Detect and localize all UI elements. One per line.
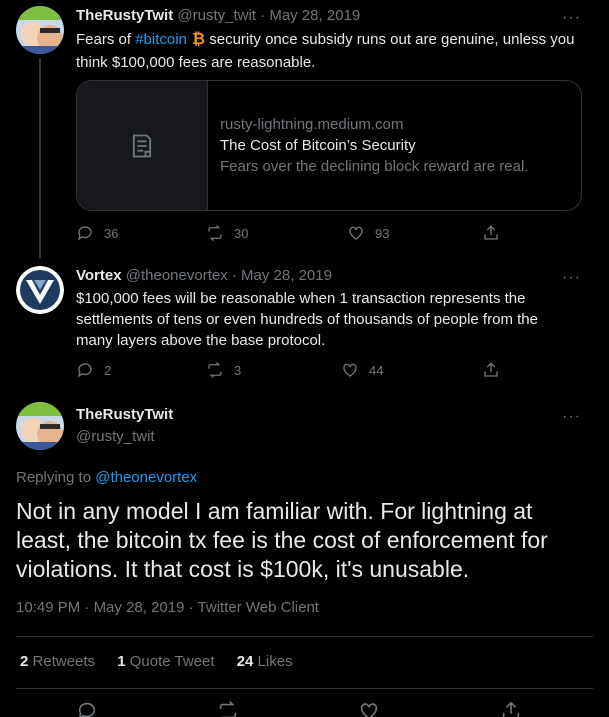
tweet-header: Vortex @theonevortex · May 28, 2019 [76, 267, 332, 284]
likes-count: 24 [236, 653, 254, 670]
avatar[interactable] [16, 6, 64, 54]
likes-label: Likes [257, 653, 293, 670]
retweets-label: Retweets [32, 653, 96, 670]
card-title: The Cost of Bitcoin’s Security [220, 137, 416, 154]
card-description: Fears over the declining block reward ar… [220, 158, 529, 175]
tweet-rustytwit-1[interactable]: TheRustyTwit @rusty_twit · May 28, 2019 … [0, 0, 609, 262]
avatar-image [16, 402, 64, 450]
svg-text:₿: ₿ [192, 30, 205, 46]
reply-count: 36 [104, 225, 119, 241]
retweet-icon[interactable] [217, 700, 239, 717]
handle[interactable]: @theonevortex [126, 267, 228, 284]
quotes-stat[interactable]: 1 Quote Tweet [117, 653, 214, 670]
reply-icon [77, 363, 92, 378]
retweets-count: 2 [20, 653, 29, 670]
thread-line [39, 58, 41, 258]
card-domain: rusty-lightning.medium.com [220, 116, 404, 133]
display-name[interactable]: TheRustyTwit [76, 7, 173, 24]
author-handle[interactable]: @rusty_twit [76, 428, 155, 445]
tweet-vortex[interactable]: Vortex @theonevortex · May 28, 2019 ··· … [0, 262, 609, 390]
card-thumbnail [77, 81, 208, 210]
tweet-meta: 10:49 PM · May 28, 2019 · Twitter Web Cl… [16, 599, 319, 616]
like-button[interactable]: 44 [341, 361, 383, 379]
retweet-button[interactable]: 3 [206, 361, 241, 379]
reply-icon[interactable] [76, 700, 98, 717]
share-icon[interactable] [500, 700, 522, 717]
share-icon [484, 362, 498, 377]
vortex-logo-icon [16, 266, 64, 314]
retweet-button[interactable]: 30 [206, 224, 248, 242]
tweet-date[interactable]: May 28, 2019 [269, 7, 360, 24]
heart-icon [343, 363, 357, 377]
replying-to-handle[interactable]: @theonevortex [95, 469, 197, 486]
avatar[interactable] [16, 402, 64, 450]
quotes-label: Quote Tweet [129, 653, 215, 670]
more-options-icon[interactable]: ··· [562, 409, 581, 425]
share-button[interactable] [482, 224, 500, 242]
reply-count: 2 [104, 362, 112, 378]
tweet-text-pre: Fears of [76, 31, 136, 48]
tweet-date[interactable]: May 28, 2019 [94, 599, 185, 616]
retweets-stat[interactable]: 2 Retweets [20, 653, 95, 670]
tweet-text: $100,000 fees will be reasonable when 1 … [76, 290, 538, 349]
replying-to: Replying to @theonevortex [16, 469, 197, 486]
replying-to-label: Replying to [16, 469, 92, 486]
reply-button[interactable]: 2 [76, 361, 111, 379]
tweet-text: Fears of #bitcoin ₿ security once subsid… [76, 29, 586, 73]
tweet-header: TheRustyTwit @rusty_twit · May 28, 2019 [76, 7, 360, 24]
share-icon [484, 225, 498, 240]
tweet-date[interactable]: May 28, 2019 [241, 267, 332, 284]
tweet-time[interactable]: 10:49 PM [16, 599, 80, 616]
dot-separator: · [260, 7, 266, 24]
document-icon [132, 134, 152, 157]
tweet-client[interactable]: Twitter Web Client [198, 599, 319, 616]
handle[interactable]: @rusty_twit [177, 7, 256, 24]
like-button[interactable]: 93 [347, 224, 389, 242]
tweet-actions: 2 3 44 [76, 361, 506, 381]
like-count: 44 [369, 362, 384, 378]
dot-separator: · [231, 267, 237, 284]
share-button[interactable] [482, 361, 500, 379]
avatar[interactable] [16, 266, 64, 314]
tweet-actions: 36 30 93 [76, 224, 506, 244]
more-options-icon[interactable]: ··· [562, 270, 581, 286]
retweet-count: 30 [234, 225, 249, 241]
divider [16, 636, 593, 637]
likes-stat[interactable]: 24 Likes [237, 653, 293, 670]
retweet-icon [208, 362, 222, 378]
like-count: 93 [375, 225, 390, 241]
author-name[interactable]: TheRustyTwit [76, 406, 173, 423]
more-options-icon[interactable]: ··· [562, 10, 581, 26]
reply-button[interactable]: 36 [76, 224, 118, 242]
retweet-icon [208, 225, 222, 241]
engagement-stats: 2 Retweets 1 Quote Tweet 24 Likes [20, 653, 311, 670]
avatar-image [16, 6, 64, 54]
heart-icon [349, 226, 363, 240]
card-body: rusty-lightning.medium.com The Cost of B… [208, 81, 540, 210]
quotes-count: 1 [117, 653, 126, 670]
dot-separator: · [84, 599, 90, 616]
main-tweet-actions [0, 700, 609, 717]
main-tweet-text: Not in any model I am familiar with. For… [16, 498, 548, 582]
link-card[interactable]: rusty-lightning.medium.com The Cost of B… [76, 80, 582, 211]
hashtag-link[interactable]: #bitcoin [135, 31, 187, 48]
display-name[interactable]: Vortex [76, 267, 122, 284]
bitcoin-emoji-icon: ₿ [191, 29, 205, 52]
retweet-count: 3 [234, 362, 242, 378]
divider [16, 688, 593, 689]
heart-icon[interactable] [358, 700, 380, 717]
reply-icon [77, 226, 92, 241]
dot-separator: · [188, 599, 194, 616]
